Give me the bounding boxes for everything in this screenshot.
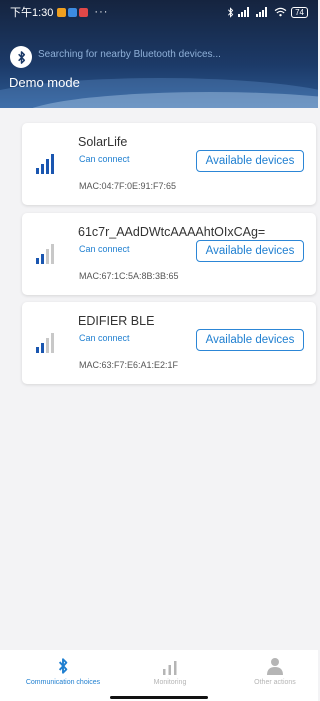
tab-other-actions[interactable]: Other actions <box>222 653 320 697</box>
device-card[interactable]: SolarLife Can connect MAC:04:7F:0E:91:F7… <box>22 123 316 205</box>
device-mac: MAC:67:1C:5A:8B:3B:65 <box>79 271 179 281</box>
status-indicators: 74 <box>227 6 308 18</box>
cellular-signal-icon <box>256 7 268 17</box>
person-icon <box>267 658 283 675</box>
device-name: EDIFIER BLE <box>78 314 155 328</box>
tab-label: Communication choices <box>25 679 101 686</box>
status-bar: 下午1:30 ··· 74 <box>10 4 308 20</box>
bluetooth-icon <box>10 46 32 68</box>
available-devices-button[interactable]: Available devices <box>196 329 304 351</box>
cellular-signal-icon <box>238 7 250 17</box>
searching-status: Searching for nearby Bluetooth devices..… <box>38 49 221 60</box>
wifi-icon <box>274 7 287 17</box>
battery-indicator: 74 <box>291 6 308 18</box>
notification-icon <box>57 7 67 17</box>
device-mac: MAC:63:F7:E6:A1:E2:1F <box>79 360 179 370</box>
bottom-tab-bar: Communication choices Monitoring Other a… <box>0 650 318 701</box>
more-notifications-indicator: ··· <box>94 6 109 18</box>
signal-bars-icon <box>163 661 177 675</box>
device-name: SolarLife <box>78 135 128 149</box>
bluetooth-status-icon <box>228 6 234 18</box>
mode-label: Demo mode <box>9 75 80 90</box>
tab-label: Monitoring <box>153 679 187 686</box>
device-card[interactable]: EDIFIER BLE Can connect MAC:63:F7:E6:A1:… <box>22 302 316 384</box>
available-devices-button[interactable]: Available devices <box>196 150 304 172</box>
connection-status: Can connect <box>79 154 130 164</box>
device-card[interactable]: 61c7r_AAdDWtcAAAAhtOIxCAg= Can connect M… <box>22 213 316 295</box>
device-name: 61c7r_AAdDWtcAAAAhtOIxCAg= <box>78 225 266 239</box>
signal-strength-icon <box>36 154 54 174</box>
connection-status: Can connect <box>79 244 130 254</box>
tab-label: Other actions <box>254 679 296 686</box>
bluetooth-icon <box>58 658 68 674</box>
home-indicator[interactable] <box>110 696 208 699</box>
status-time: 下午1:30 <box>10 7 54 19</box>
header: 下午1:30 ··· 74 Searching for nearby Bluet… <box>0 0 318 108</box>
notification-icon <box>79 7 89 17</box>
available-devices-button[interactable]: Available devices <box>196 240 304 262</box>
signal-strength-icon <box>36 244 54 264</box>
device-mac: MAC:04:7F:0E:91:F7:65 <box>79 181 177 191</box>
signal-strength-icon <box>36 333 54 353</box>
tab-communication-choices[interactable]: Communication choices <box>10 653 116 697</box>
notification-icon <box>68 7 78 17</box>
tab-monitoring[interactable]: Monitoring <box>117 653 223 697</box>
connection-status: Can connect <box>79 333 130 343</box>
